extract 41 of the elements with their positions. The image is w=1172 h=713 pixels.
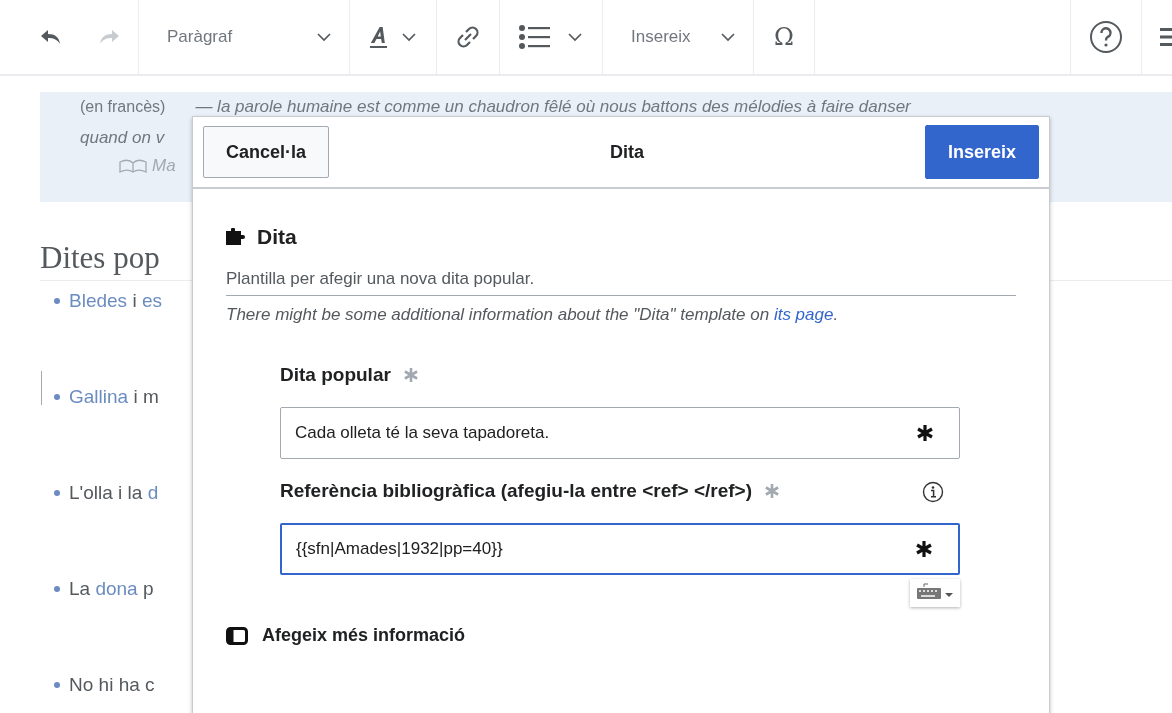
list-item-text: Bledes i es xyxy=(69,290,162,312)
insert-button[interactable]: Insereix xyxy=(924,125,1039,179)
help-icon xyxy=(1089,20,1123,54)
article-link[interactable]: es xyxy=(141,290,162,311)
template-note: There might be some additional information about the "Dita" template on its page. xyxy=(226,305,840,325)
link-icon xyxy=(455,24,481,50)
info-icon[interactable] xyxy=(922,481,944,503)
language-label: (en francès) xyxy=(80,97,166,117)
article-link[interactable]: d xyxy=(147,482,159,503)
quote-source: Ma xyxy=(152,156,176,176)
field-label: Referència bibliogràfica (afegiu-la entre <ref> </ref>) xyxy=(280,480,752,501)
bulleted-list-icon xyxy=(518,24,584,50)
text-input[interactable]: {{sfn|Amades|1932|pp=40}} xyxy=(280,523,960,575)
article-link[interactable]: Bledes xyxy=(69,290,128,311)
puzzle-icon xyxy=(226,228,248,246)
paragraph-dropdown[interactable]: Paràgraf xyxy=(139,15,349,59)
undo-icon xyxy=(40,29,62,45)
text-input[interactable]: Cada olleta té la seva tapadoreta. xyxy=(280,407,960,459)
list-item-text: Gallina i m xyxy=(69,386,159,408)
toggle-icon[interactable] xyxy=(226,626,248,645)
chevron-down-icon xyxy=(317,32,331,42)
menu-icon[interactable] xyxy=(1160,25,1172,49)
text-style-icon xyxy=(368,25,418,49)
book-icon xyxy=(118,159,148,173)
cancel-button[interactable]: Cancel·la xyxy=(203,126,330,178)
article-link[interactable]: dona xyxy=(95,578,138,599)
list-item-text: La dona p xyxy=(69,578,154,600)
chevron-down-icon xyxy=(721,32,735,42)
insert-dropdown[interactable]: Insereix xyxy=(603,15,753,59)
template-page-link[interactable]: its page xyxy=(773,305,834,324)
list-item-text: L'olla i la d xyxy=(69,482,159,504)
more-info-toggle-label[interactable]: Afegeix més informació xyxy=(262,625,466,646)
quote-text: — la parole humaine est comme un chaudron fêlé où nous battons des mélodies à faire danser xyxy=(195,96,911,118)
quote-text: quand on v xyxy=(80,127,165,149)
list-item-text: No hi ha c xyxy=(69,674,155,696)
dialog-title: Dita xyxy=(610,141,644,163)
field-label: Dita popular xyxy=(280,364,391,385)
redo-icon xyxy=(98,29,120,45)
special-character-button[interactable]: Ω xyxy=(754,15,814,59)
template-description: Plantilla per afegir una nova dita popular. xyxy=(226,269,1016,296)
article-link[interactable]: Gallina xyxy=(69,386,129,407)
